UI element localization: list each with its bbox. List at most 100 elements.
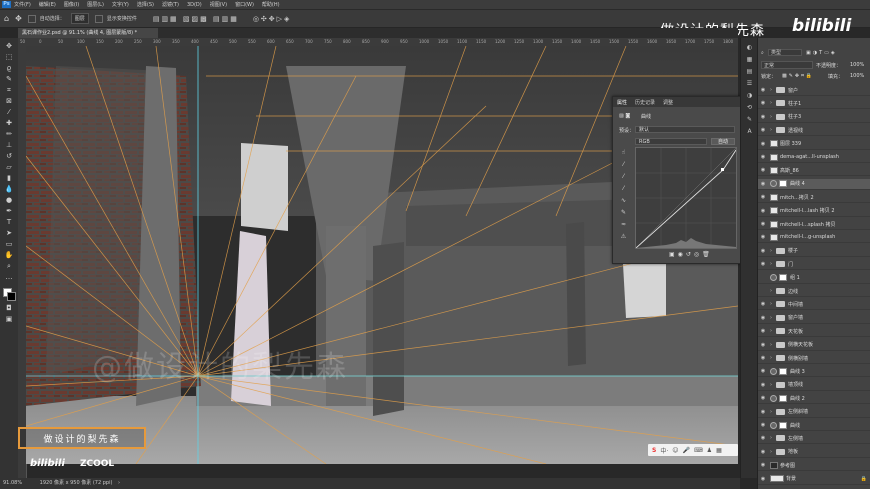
layer-row[interactable]: ◉ › 柱子3: [758, 112, 870, 123]
black-point-eyedropper-icon[interactable]: ⁄: [619, 161, 628, 169]
visibility-eye-icon[interactable]: ◉: [758, 248, 768, 254]
visibility-eye-icon[interactable]: ◉: [758, 409, 768, 415]
expand-arrow-icon[interactable]: ›: [768, 301, 774, 307]
color-panel-icon[interactable]: ◐: [745, 44, 754, 52]
layer-row[interactable]: ◉ › 窗户: [758, 85, 870, 96]
white-point-eyedropper-icon[interactable]: ⁄: [619, 185, 628, 193]
curves-graph[interactable]: [635, 147, 737, 249]
layer-row[interactable]: ◉ › 侧横天花板: [758, 340, 870, 351]
brush-tool-icon[interactable]: ✏: [4, 130, 14, 138]
tab-history[interactable]: 历史记录: [635, 99, 655, 106]
filter-type-icons[interactable]: ▣◑T▭◈: [806, 50, 837, 56]
layer-filter-dropdown[interactable]: 类型: [768, 49, 802, 56]
expand-arrow-icon[interactable]: ›: [768, 261, 774, 267]
menu-window[interactable]: 窗口(W): [235, 1, 254, 8]
zoom-tool-icon[interactable]: ⌕: [4, 262, 14, 270]
expand-arrow-icon[interactable]: ›: [768, 435, 774, 441]
opacity-value[interactable]: 100%: [850, 62, 864, 68]
brush-panel-icon[interactable]: ✎: [745, 116, 754, 124]
layer-mask-thumbnail[interactable]: [779, 180, 787, 188]
expand-arrow-icon[interactable]: ›: [768, 127, 774, 133]
layer-row[interactable]: ◉ mitchell-l...g-unsplash: [758, 232, 870, 244]
visibility-eye-icon[interactable]: ◉: [758, 342, 768, 348]
libraries-panel-icon[interactable]: ▤: [745, 68, 754, 76]
expand-arrow-icon[interactable]: ›: [768, 328, 774, 334]
menu-file[interactable]: 文件(F): [14, 1, 31, 8]
dodge-tool-icon[interactable]: ●: [4, 196, 14, 204]
layer-row[interactable]: ◉ dema-agat...ll-unsplash: [758, 152, 870, 163]
zoom-level[interactable]: 91.08%: [3, 480, 22, 486]
gradient-tool-icon[interactable]: ▮: [4, 174, 14, 182]
visibility-eye-icon[interactable]: ◉: [758, 395, 768, 401]
expand-arrow-icon[interactable]: ›: [768, 355, 774, 361]
layer-row[interactable]: 组 1: [758, 273, 870, 284]
expand-arrow-icon[interactable]: ›: [768, 409, 774, 415]
visibility-eye-icon[interactable]: ◉: [758, 382, 768, 388]
expand-arrow-icon[interactable]: ›: [768, 449, 774, 455]
properties-panel-icon[interactable]: ☰: [745, 80, 754, 88]
visibility-eye-icon[interactable]: ◉: [758, 462, 768, 468]
gray-point-eyedropper-icon[interactable]: ⁄: [619, 173, 628, 181]
expand-arrow-icon[interactable]: ›: [768, 87, 774, 93]
menu-filter[interactable]: 滤镜(T): [162, 1, 179, 8]
layer-row[interactable]: ◉ 曲线 3: [758, 366, 870, 378]
ime-mode-label[interactable]: 中·: [660, 446, 668, 455]
marquee-tool-icon[interactable]: ⬚: [4, 53, 14, 61]
pencil-draw-icon[interactable]: ✎: [619, 209, 628, 217]
menu-view[interactable]: 视图(V): [210, 1, 227, 8]
visibility-eye-icon[interactable]: ◉: [758, 194, 768, 200]
filter-search-icon[interactable]: ⌕: [761, 50, 764, 56]
menu-select[interactable]: 选择(S): [137, 1, 154, 8]
visibility-eye-icon[interactable]: ◉: [758, 100, 768, 106]
healing-tool-icon[interactable]: ✚: [4, 119, 14, 127]
move-tool-icon[interactable]: ✥: [15, 14, 22, 23]
quick-mask-icon[interactable]: ◘: [4, 304, 14, 312]
layer-row[interactable]: ◉ 高斯_86: [758, 165, 870, 177]
home-icon[interactable]: ⌂: [4, 14, 9, 23]
expand-arrow-icon[interactable]: ›: [768, 248, 774, 254]
curve-edit-icon[interactable]: ∿: [619, 197, 628, 205]
menu-type[interactable]: 文字(Y): [112, 1, 129, 8]
type-tool-icon[interactable]: T: [4, 218, 14, 226]
move-tool-icon[interactable]: ✥: [4, 42, 14, 50]
history-panel-icon[interactable]: ⟲: [745, 104, 754, 112]
layer-row[interactable]: ◉ mitchell-l...lash 拷贝 2: [758, 206, 870, 217]
visibility-eye-icon[interactable]: ◉: [758, 261, 768, 267]
expand-arrow-icon[interactable]: ›: [768, 288, 774, 294]
curve-point[interactable]: [721, 168, 724, 171]
ime-toolbar[interactable]: S 中· ☺ 🎤 ⌨ ♟ ▦: [648, 444, 738, 456]
layer-row[interactable]: ◉ 曲线 2: [758, 393, 870, 405]
eyedropper-tool-icon[interactable]: ⁄: [4, 108, 14, 116]
layer-row[interactable]: › 边线: [758, 286, 870, 297]
layer-mask-thumbnail[interactable]: [779, 421, 787, 429]
crop-tool-icon[interactable]: ⌗: [4, 86, 14, 94]
history-brush-tool-icon[interactable]: ↺: [4, 152, 14, 160]
layer-row[interactable]: ◉ 背景 🔒: [758, 474, 870, 485]
show-transform-checkbox[interactable]: [94, 14, 103, 23]
expand-arrow-icon[interactable]: ›: [768, 114, 774, 120]
hand-tool-icon[interactable]: ✋: [4, 251, 14, 259]
expand-arrow-icon[interactable]: ›: [768, 315, 774, 321]
layer-row[interactable]: ◉ › 中间墙: [758, 299, 870, 311]
auto-select-checkbox[interactable]: [27, 14, 36, 23]
lock-icons[interactable]: ▩✎✥⌗🔒: [782, 73, 814, 79]
layer-row[interactable]: ◉ mitch...拷贝 2: [758, 192, 870, 204]
panel-footer-icons[interactable]: ▣◉↺◎🗑: [669, 251, 713, 258]
visibility-eye-icon[interactable]: ◉: [758, 435, 768, 441]
layer-mask-thumbnail[interactable]: [779, 367, 787, 375]
document-tab[interactable]: 黑石课作业2.psd @ 91.1% (曲线 4, 图层蒙版/8) *: [18, 28, 158, 38]
preset-dropdown[interactable]: 默认: [635, 126, 735, 133]
visibility-eye-icon[interactable]: ◉: [758, 328, 768, 334]
ime-keyboard-icon[interactable]: ⌨: [694, 447, 703, 454]
layer-row[interactable]: ◉ › 天花板: [758, 326, 870, 338]
auto-select-dropdown[interactable]: 图层: [70, 13, 89, 24]
visibility-eye-icon[interactable]: ◉: [758, 208, 768, 214]
layer-mask-thumbnail[interactable]: [779, 394, 787, 402]
more-tools-icon[interactable]: …: [4, 273, 14, 281]
frame-tool-icon[interactable]: ⊠: [4, 97, 14, 105]
expand-arrow-icon[interactable]: ›: [768, 100, 774, 106]
menu-image[interactable]: 图像(I): [64, 1, 79, 8]
visibility-eye-icon[interactable]: ◉: [758, 141, 768, 147]
layer-row[interactable]: ◉ › 透视线: [758, 125, 870, 137]
channel-dropdown[interactable]: RGB: [635, 138, 707, 145]
